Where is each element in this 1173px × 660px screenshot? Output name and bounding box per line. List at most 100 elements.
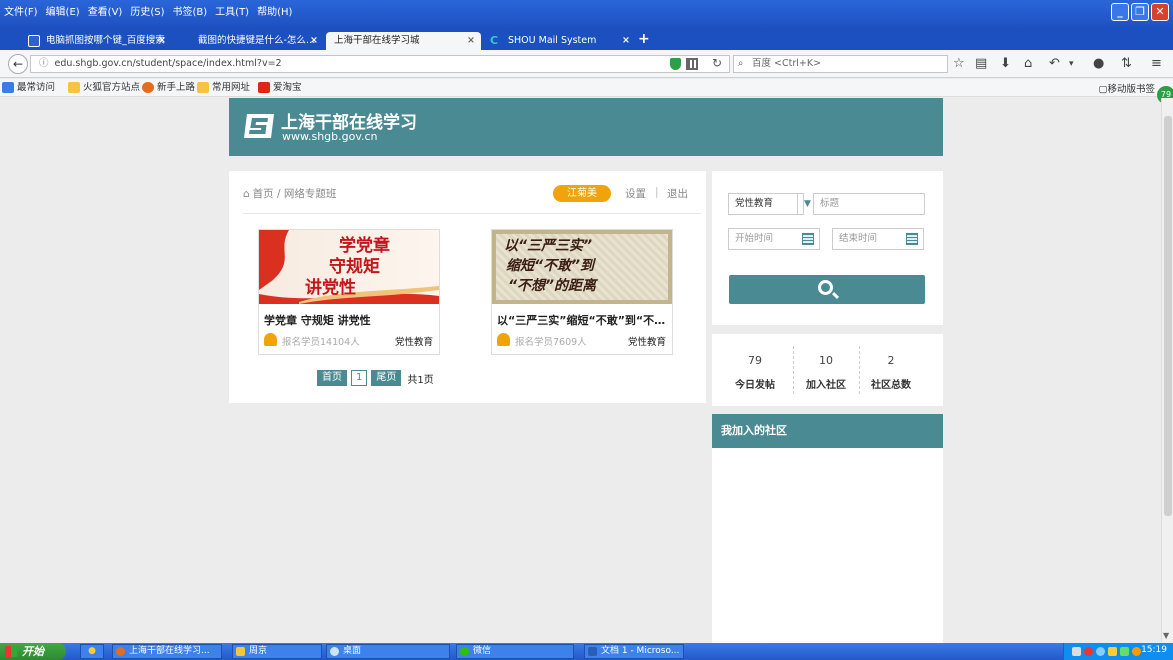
course-title[interactable]: 以“三严三实”缩短“不敢”到“不… (497, 312, 669, 328)
stat-total-communities[interactable]: 2 社区总数 (861, 354, 921, 391)
stat-joined-communities[interactable]: 10 加入社区 (796, 354, 856, 391)
course-title[interactable]: 学党章 守规矩 讲党性 (264, 312, 436, 328)
category-select[interactable]: 党性教育 ▼ (728, 193, 811, 215)
star-icon[interactable]: ☆ (953, 55, 965, 73)
breadcrumb: ⌂ 首页 / 网络专题班 (243, 186, 336, 201)
menu-tools[interactable]: 工具(T) (215, 3, 249, 18)
tab-screenshot-shortcut[interactable]: 截图的快捷键是什么-怎么… × (174, 32, 324, 50)
divider (793, 346, 794, 394)
system-tray: 15:19 (1063, 643, 1173, 660)
menu-view[interactable]: 查看(V) (88, 3, 123, 18)
new-tab-button[interactable]: + (638, 31, 650, 47)
end-date-input[interactable]: 结束时间 (832, 228, 924, 250)
home-icon[interactable]: ⌂ (1024, 55, 1032, 73)
chevron-down-icon[interactable]: ▾ (1069, 55, 1074, 73)
first-page-button[interactable]: 首页 (317, 370, 347, 386)
logout-link[interactable]: 退出 (667, 186, 688, 201)
home-icon[interactable]: ⌂ (243, 188, 250, 200)
back-button[interactable]: ← (8, 54, 28, 74)
reload-icon[interactable]: ↻ (712, 56, 722, 70)
quick-launch-item[interactable]: ● (80, 644, 104, 659)
menu-bookmarks[interactable]: 书签(B) (173, 3, 208, 18)
community-stats: 79 今日发帖 10 加入社区 2 社区总数 (712, 334, 943, 406)
menu-file[interactable]: 文件(F) (4, 3, 38, 18)
user-name-badge[interactable]: 江菊美 (553, 185, 611, 202)
bookmark-firefox-official[interactable]: 火狐官方站点 (68, 81, 140, 95)
network-icon[interactable] (1096, 647, 1105, 656)
course-image[interactable]: 学党章 守规矩 讲党性 (259, 230, 439, 304)
course-card[interactable]: 以“三严三实” 缩短“不敢”到 “不想”的距离 以“三严三实”缩短“不敢”到“不… (491, 229, 673, 355)
chat-icon[interactable]: ● (1093, 55, 1104, 73)
search-placeholder: 百度 <Ctrl+K> (752, 58, 822, 69)
menu-edit[interactable]: 编辑(E) (46, 3, 80, 18)
notification-icon[interactable] (1132, 647, 1141, 656)
page-scrollbar[interactable]: ▼ (1161, 98, 1173, 642)
close-tab-icon[interactable]: × (158, 32, 166, 50)
scrollbar-thumb[interactable] (1164, 116, 1172, 516)
breadcrumb-text[interactable]: 首页 / 网络专题班 (253, 188, 337, 200)
bookmark-getting-started[interactable]: 新手上路 (142, 81, 195, 95)
calendar-icon[interactable] (906, 233, 918, 245)
taskbar-item-word[interactable]: 文档 1 - Microso... (584, 644, 684, 659)
site-logo[interactable] (243, 112, 275, 140)
close-tab-icon[interactable]: × (467, 32, 475, 50)
taskbar-item-desktop[interactable]: 桌面 (326, 644, 450, 659)
tab-baidu-search[interactable]: 电脑抓图按哪个键_百度搜索 × (22, 32, 172, 50)
bookmark-common-sites[interactable]: 常用网址 (197, 81, 250, 95)
separator: | (655, 186, 659, 198)
menu-help[interactable]: 帮助(H) (257, 3, 292, 18)
shield-icon[interactable] (670, 58, 681, 70)
page-number-button[interactable]: 1 (351, 370, 368, 386)
scroll-down-icon[interactable]: ▼ (1163, 631, 1169, 640)
site-header: 上海干部在线学习 www.shgb.gov.cn (229, 98, 943, 156)
course-image[interactable]: 以“三严三实” 缩短“不敢”到 “不想”的距离 (492, 230, 672, 304)
taskbar-item-firefox[interactable]: 上海干部在线学习... (112, 644, 222, 659)
qr-code-icon[interactable] (686, 58, 698, 70)
minimize-button[interactable]: _ (1111, 3, 1129, 21)
security-icon[interactable] (1084, 647, 1093, 656)
download-icon[interactable]: ⬇ (1000, 55, 1011, 73)
restore-button[interactable]: ❐ (1131, 3, 1149, 21)
info-icon[interactable]: ⓘ (39, 58, 49, 69)
taskbar-item-wechat[interactable]: 微信 (456, 644, 574, 659)
navigation-bar: ← ⓘ edu.shgb.gov.cn/student/space/index.h… (0, 50, 1173, 78)
keyboard-icon[interactable] (1072, 647, 1081, 656)
tab-shou-mail[interactable]: C SHOU Mail System × (484, 32, 636, 50)
course-card[interactable]: 学党章 守规矩 讲党性 学党章 守规矩 讲党性 报名学员14104人 党性教育 (258, 229, 440, 355)
bookmark-aitaobao[interactable]: 爱淘宝 (258, 81, 302, 95)
stat-value: 79 (748, 354, 762, 367)
search-button[interactable] (729, 275, 925, 304)
course-category: 党性教育 (627, 337, 666, 348)
clock[interactable]: 15:19 (1141, 645, 1167, 655)
desktop-icon (330, 647, 339, 656)
last-page-button[interactable]: 尾页 (371, 370, 402, 386)
undo-icon[interactable]: ↶ (1049, 55, 1060, 73)
search-input[interactable]: ⌕ 百度 <Ctrl+K> (733, 55, 948, 73)
tab-title: SHOU Mail System (508, 35, 597, 46)
settings-link[interactable]: 设置 (625, 186, 646, 201)
page-total: 共1页 (407, 374, 434, 386)
course-image-line: 学党章 (339, 236, 390, 256)
menu-history[interactable]: 历史(S) (130, 3, 164, 18)
update-icon[interactable] (1120, 647, 1129, 656)
start-label: 开始 (22, 645, 44, 658)
start-button[interactable]: 开始 (0, 643, 66, 660)
title-input[interactable]: 标题 (813, 193, 925, 215)
start-date-input[interactable]: 开始时间 (728, 228, 820, 250)
close-tab-icon[interactable]: × (622, 32, 630, 50)
divider (243, 213, 701, 214)
calendar-icon[interactable] (802, 233, 814, 245)
category-value: 党性教育 (735, 198, 774, 209)
url-bar[interactable]: ⓘ edu.shgb.gov.cn/student/space/index.htm… (30, 55, 730, 73)
close-tab-icon[interactable]: × (310, 32, 318, 50)
mobile-bookmarks[interactable]: ▢移动版书签 (1099, 81, 1156, 95)
menu-icon[interactable]: ≡ (1151, 55, 1162, 73)
tab-shgb[interactable]: 上海干部在线学习城 × (326, 32, 481, 50)
reading-list-icon[interactable]: ▤ (975, 55, 987, 73)
sync-icon[interactable]: ⇅ (1121, 55, 1132, 73)
taskbar-item-folder[interactable]: 周京 (232, 644, 322, 659)
volume-icon[interactable] (1108, 647, 1117, 656)
start-date-placeholder: 开始时间 (735, 233, 774, 244)
close-button[interactable]: ✕ (1151, 3, 1169, 21)
bookmark-most-visited[interactable]: 最常访问 (2, 81, 55, 95)
